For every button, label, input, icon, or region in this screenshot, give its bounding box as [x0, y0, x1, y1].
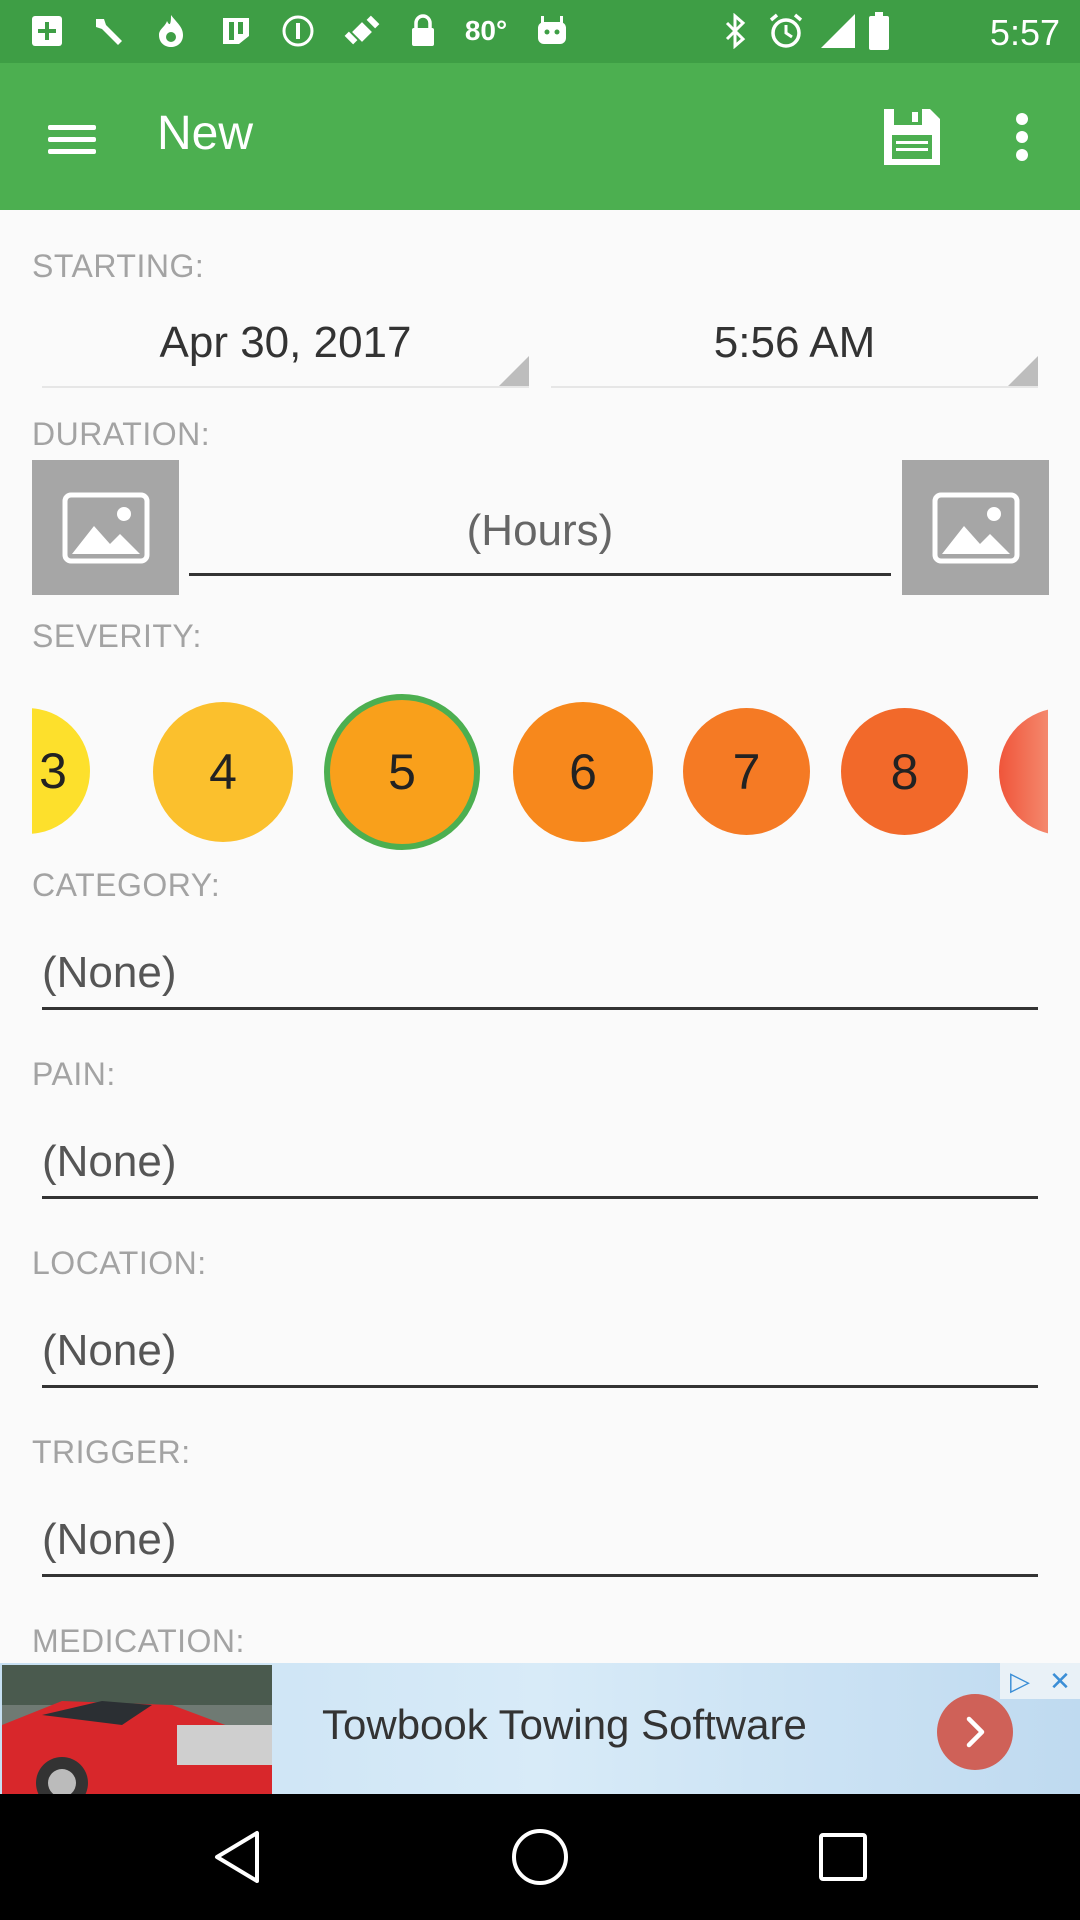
severity-option-label: 5: [388, 744, 416, 800]
lock-icon: [408, 12, 438, 50]
category-label: CATEGORY:: [32, 867, 221, 903]
battery-icon: [866, 12, 892, 50]
satellite-fake-gps-icon: [340, 12, 384, 50]
adchoices-icon[interactable]: ▷: [1000, 1663, 1040, 1699]
app-bar: New: [0, 63, 1080, 210]
flame-icon: [153, 12, 189, 50]
severity-option-3[interactable]: 3: [32, 708, 90, 834]
severity-option-label: 8: [890, 743, 919, 800]
severity-option-label: 7: [732, 743, 761, 800]
back-icon[interactable]: [202, 1822, 272, 1892]
trigger-value: (None): [42, 1515, 177, 1564]
ad-badges: ▷ ✕: [1000, 1663, 1080, 1699]
more-options-icon[interactable]: [1005, 105, 1039, 169]
severity-selector: 3 4 5 6 7 8: [32, 680, 1048, 850]
image-placeholder-icon: [62, 492, 149, 563]
status-bar: 80° 5:57: [0, 0, 1080, 63]
ad-car-image: [2, 1665, 272, 1794]
severity-option-label: 4: [209, 744, 237, 800]
ad-banner[interactable]: Towbook Towing Software ▷ ✕: [0, 1663, 1080, 1794]
medication-label: MEDICATION:: [32, 1623, 245, 1659]
clock-text: 5:57: [989, 12, 1060, 53]
ad-text: Towbook Towing Software: [322, 1701, 807, 1748]
category-value: (None): [42, 948, 177, 997]
pain-label: PAIN:: [32, 1056, 116, 1092]
duration-hours-input[interactable]: (Hours): [189, 484, 891, 576]
recents-icon[interactable]: [808, 1822, 878, 1892]
home-icon[interactable]: [505, 1822, 575, 1892]
severity-option-5-selected[interactable]: 5: [324, 694, 480, 850]
android-icon: [534, 12, 570, 50]
severity-option-7[interactable]: 7: [683, 708, 810, 835]
trigger-field[interactable]: (None): [42, 1505, 1038, 1577]
ad-arrow-icon[interactable]: [937, 1694, 1013, 1770]
category-field[interactable]: (None): [42, 938, 1038, 1010]
alarm-icon: [766, 12, 806, 50]
time-spinner[interactable]: 5:56 AM: [551, 308, 1038, 388]
add-icon: [28, 12, 66, 50]
page-title: New: [157, 107, 254, 160]
pain-value: (None): [42, 1137, 177, 1186]
increase-duration-button[interactable]: [902, 460, 1049, 595]
severity-option-6[interactable]: 6: [513, 702, 653, 842]
pain-field[interactable]: (None): [42, 1127, 1038, 1199]
navigation-bar: [0, 1794, 1080, 1920]
signal-icon: [818, 12, 858, 50]
temperature-text: 80°: [464, 15, 508, 46]
date-spinner[interactable]: Apr 30, 2017: [42, 308, 529, 388]
wrench-icon: [88, 12, 128, 50]
location-value: (None): [42, 1326, 177, 1375]
entry-form: STARTING: Apr 30, 2017 5:56 AM DURATION:…: [0, 210, 1080, 1663]
image-placeholder-icon: [932, 492, 1019, 563]
time-value: 5:56 AM: [713, 318, 876, 367]
decrease-duration-button[interactable]: [32, 460, 179, 595]
severity-option-label: 3: [39, 743, 67, 799]
hamburger-menu-icon[interactable]: [40, 115, 106, 165]
duration-label: DURATION:: [32, 416, 211, 452]
trigger-label: TRIGGER:: [32, 1434, 191, 1470]
severity-label: SEVERITY:: [32, 618, 202, 654]
date-value: Apr 30, 2017: [159, 318, 412, 367]
severity-option-label: 6: [569, 744, 597, 800]
severity-option-8[interactable]: 8: [841, 708, 968, 835]
severity-option-4[interactable]: 4: [153, 702, 293, 842]
slack-icon: [218, 12, 254, 50]
circle-icon: [280, 12, 316, 50]
save-icon[interactable]: [880, 105, 944, 169]
bluetooth-icon: [718, 12, 752, 50]
severity-option-9[interactable]: [999, 708, 1048, 835]
dropdown-corner-icon: [1008, 356, 1038, 386]
location-label: LOCATION:: [32, 1245, 207, 1281]
starting-label: STARTING:: [32, 248, 205, 284]
hours-placeholder: (Hours): [466, 506, 614, 555]
location-field[interactable]: (None): [42, 1316, 1038, 1388]
dropdown-corner-icon: [499, 356, 529, 386]
close-ad-icon[interactable]: ✕: [1040, 1663, 1080, 1699]
